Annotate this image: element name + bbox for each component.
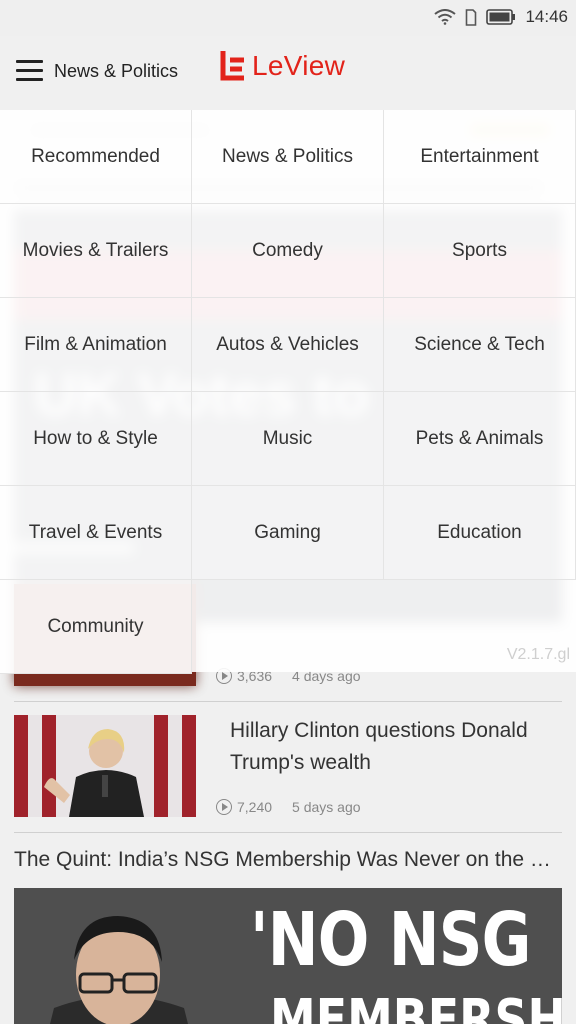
category-comedy[interactable]: Comedy xyxy=(192,204,384,298)
play-count-icon xyxy=(216,799,232,815)
category-recommended[interactable]: Recommended xyxy=(0,110,192,204)
le-logo-icon xyxy=(220,51,244,81)
thumbnail-subheadline: MEMBERSHIP xyxy=(270,988,562,1024)
category-education[interactable]: Education xyxy=(384,486,576,580)
app-version: V2.1.7.gl xyxy=(506,646,570,663)
thumbnail-headline: 'NO NSG xyxy=(250,897,531,983)
featured-video-thumbnail[interactable]: 'NO NSG MEMBERSHIP xyxy=(14,888,562,1024)
category-movies-trailers[interactable]: Movies & Trailers xyxy=(0,204,192,298)
category-menu: Recommended News & Politics Entertainmen… xyxy=(0,110,576,674)
featured-video-title[interactable]: The Quint: India’s NSG Membership Was Ne… xyxy=(14,848,562,872)
category-music[interactable]: Music xyxy=(192,392,384,486)
sim-icon xyxy=(466,8,477,26)
status-time: 14:46 xyxy=(525,7,568,26)
category-news-politics[interactable]: News & Politics xyxy=(192,110,384,204)
leview-logo: LeView xyxy=(220,50,345,82)
divider xyxy=(14,701,562,702)
post-age: 5 days ago xyxy=(292,799,361,815)
divider xyxy=(14,832,562,833)
category-travel-events[interactable]: Travel & Events xyxy=(0,486,192,580)
hillary-thumbnail-image xyxy=(14,715,196,817)
battery-icon xyxy=(486,9,516,25)
view-count: 7,240 xyxy=(237,799,273,815)
category-autos-vehicles[interactable]: Autos & Vehicles xyxy=(192,298,384,392)
wifi-icon xyxy=(434,9,457,25)
category-how-to-style[interactable]: How to & Style xyxy=(0,392,192,486)
video-title[interactable]: Hillary Clinton questions Donald Trump's… xyxy=(230,715,570,779)
app-bar: News & Politics LeView xyxy=(0,36,576,110)
menu-icon[interactable] xyxy=(16,59,44,81)
logo-text: LeView xyxy=(252,50,346,81)
category-sports[interactable]: Sports xyxy=(384,204,576,298)
category-community[interactable]: Community xyxy=(0,580,192,674)
video-meta: 7,240 5 days ago xyxy=(216,799,361,815)
current-category-title[interactable]: News & Politics xyxy=(54,61,178,82)
category-film-animation[interactable]: Film & Animation xyxy=(0,298,192,392)
category-science-tech[interactable]: Science & Tech xyxy=(384,298,576,392)
status-bar: 14:46 xyxy=(0,0,576,36)
category-pets-animals[interactable]: Pets & Animals xyxy=(384,392,576,486)
status-icons: 14:46 xyxy=(434,7,568,27)
category-gaming[interactable]: Gaming xyxy=(192,486,384,580)
category-entertainment[interactable]: Entertainment xyxy=(384,110,576,204)
video-thumbnail[interactable] xyxy=(14,715,196,817)
